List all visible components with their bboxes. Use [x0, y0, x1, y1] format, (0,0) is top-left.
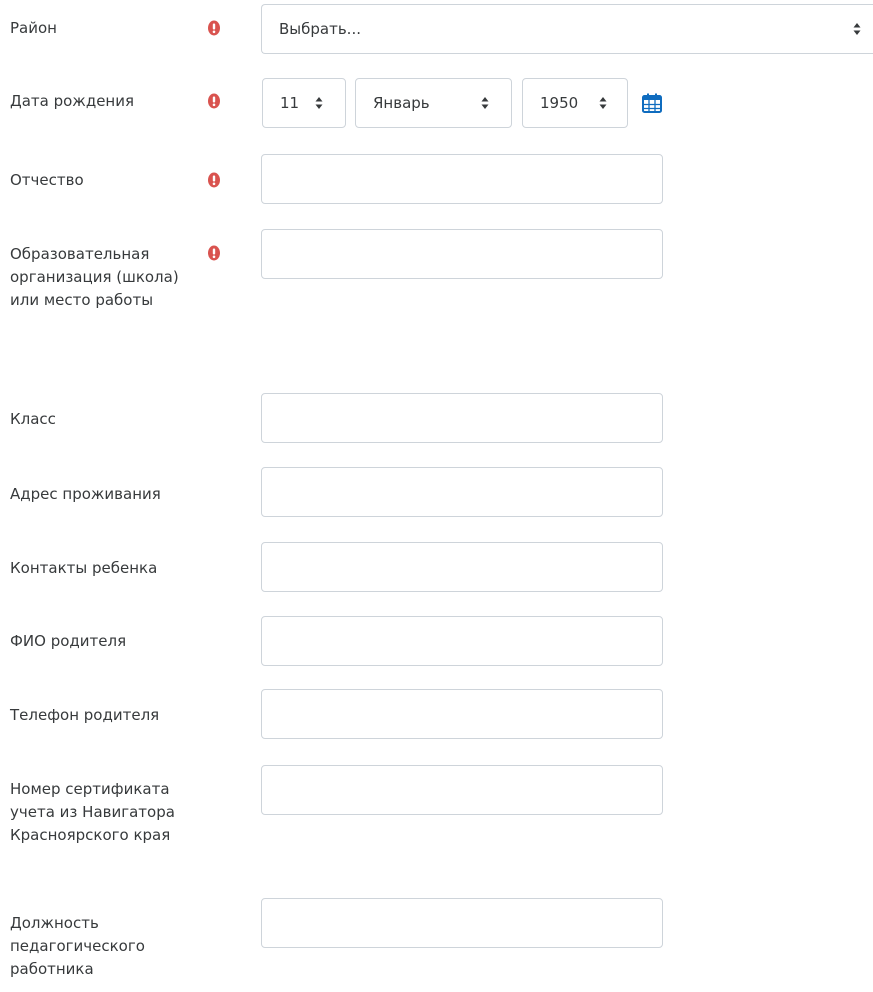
district-select[interactable]: Выбрать... — [261, 4, 873, 54]
calendar-icon[interactable] — [641, 92, 663, 114]
birth-month-select[interactable]: Январь — [355, 78, 512, 128]
required-icon — [208, 20, 220, 36]
address-input[interactable] — [261, 467, 663, 517]
child-contacts-label: Контакты ребенка — [10, 559, 158, 577]
address-label: Адрес проживания — [10, 485, 161, 503]
required-icon — [208, 172, 220, 188]
birth-date-label: Дата рождения — [10, 92, 134, 110]
patronymic-input[interactable] — [261, 154, 663, 204]
patronymic-label: Отчество — [10, 171, 84, 189]
parent-name-label: ФИО родителя — [10, 632, 127, 650]
birth-year-value: 1950 — [540, 94, 579, 112]
sort-arrows-icon — [853, 23, 861, 35]
birth-day-value: 11 — [280, 94, 300, 112]
parent-phone-label: Телефон родителя — [10, 706, 160, 724]
birth-day-select[interactable]: 11 — [262, 78, 346, 128]
birth-year-select[interactable]: 1950 — [522, 78, 628, 128]
parent-name-input[interactable] — [261, 616, 663, 666]
certificate-number-label: Номер сертификата учета из Навигатора Кр… — [10, 780, 175, 844]
sort-arrows-icon — [315, 97, 323, 109]
position-input[interactable] — [261, 898, 663, 948]
district-label: Район — [10, 19, 57, 37]
child-contacts-input[interactable] — [261, 542, 663, 592]
district-select-value: Выбрать... — [279, 20, 361, 38]
sort-arrows-icon — [481, 97, 489, 109]
birth-month-value: Январь — [373, 94, 430, 112]
required-icon — [208, 245, 220, 261]
position-label: Должность педагогического работника — [10, 914, 145, 978]
organization-input[interactable] — [261, 229, 663, 279]
organization-label: Образовательная организация (школа) или … — [10, 245, 179, 309]
sort-arrows-icon — [599, 97, 607, 109]
certificate-number-input[interactable] — [261, 765, 663, 815]
required-icon — [208, 93, 220, 109]
parent-phone-input[interactable] — [261, 689, 663, 739]
class-label: Класс — [10, 410, 56, 428]
class-input[interactable] — [261, 393, 663, 443]
